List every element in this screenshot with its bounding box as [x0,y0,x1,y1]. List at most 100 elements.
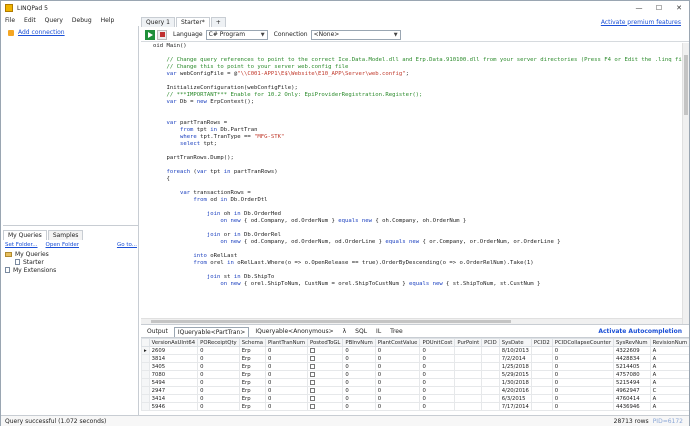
table-row[interactable]: 29470Erp00004/20/201604962947C0 [141,386,689,395]
query-tree: My Queries Starter My Extensions [5,250,56,274]
code-line: // Change query references to point to t… [153,57,689,63]
maximize-icon[interactable]: ☐ [649,1,669,15]
table-row[interactable]: ▸26090Erp00008/10/201304322609A0 [141,346,689,355]
table-cell [307,386,344,395]
tab-tree[interactable]: Tree [387,327,406,336]
query-tabs: Query 1 Starter* + Activate premium feat… [141,15,689,27]
column-header[interactable]: PostedToGL [307,338,344,347]
column-header[interactable]: RevisionNum [649,338,689,347]
run-button[interactable] [145,29,155,40]
code-text: oid Main() // Change query references to… [153,43,689,288]
minimize-icon[interactable]: — [629,1,649,15]
table-cell: C [649,386,689,395]
table-cell: 0 [264,362,309,371]
table-cell: 0 [374,346,421,355]
tab-my-queries[interactable]: My Queries [3,230,47,240]
table-cell: 0 [374,394,421,403]
column-header[interactable]: PlantTranNum [264,338,309,347]
table-cell: 4962947 [613,386,651,395]
column-header[interactable]: PBInvNum [342,338,376,347]
tab-iqueryable-parttran[interactable]: IQueryable<PartTran> [173,326,250,337]
table-cell: 3405 [148,362,199,371]
row-selector[interactable] [141,402,150,411]
column-header[interactable]: POUnitCost [419,338,456,347]
close-icon[interactable]: ✕ [669,1,689,15]
table-row[interactable]: 70800Erp00005/29/201504757080A0 [141,370,689,379]
table-cell: 4760414 [613,394,651,403]
table-cell [481,370,500,379]
row-selector[interactable] [141,378,150,387]
table-cell: Erp [238,354,266,363]
tab-starter[interactable]: Starter* [175,17,210,27]
menu-edit[interactable]: Edit [24,17,36,24]
connection-select[interactable]: <None> ▼ [310,29,401,40]
column-header[interactable]: Schema [238,338,266,347]
table-cell: 4757080 [613,370,651,379]
column-header[interactable]: PCID2 [530,338,553,347]
row-selector[interactable] [141,354,150,363]
tab-query-1[interactable]: Query 1 [141,17,175,27]
column-header[interactable]: VersionAsUInt64 [148,338,199,347]
title-bar: LINQPad 5 — ☐ ✕ [1,1,689,15]
row-selector[interactable] [141,370,150,379]
tree-item-starter[interactable]: Starter [5,258,56,266]
editor-horizontal-scrollbar[interactable] [141,318,682,324]
table-cell [481,386,500,395]
tab-output[interactable]: Output [144,327,171,336]
table-row[interactable]: 54940Erp00001/30/201805215494A0 [141,378,689,387]
menu-debug[interactable]: Debug [72,17,92,24]
table-row[interactable]: 38140Erp00007/2/201404428834A0 [141,354,689,363]
column-header[interactable]: PCID [481,338,500,347]
tree-item-my-queries[interactable]: My Queries [5,250,56,258]
row-selector[interactable] [141,394,150,403]
code-line: var transactionRows = [179,190,251,196]
language-select[interactable]: C# Program ▼ [205,29,268,40]
go-to-link[interactable]: Go to... [117,242,137,248]
menu-help[interactable]: Help [101,17,115,24]
left-pane: Add connection My Queries Samples Set Fo… [3,26,139,415]
query-toolbar: Language C# Program ▼ Connection <None> … [141,28,689,42]
stop-button[interactable] [157,29,167,40]
column-header[interactable]: PlantCostValue [374,338,421,347]
activate-premium-link[interactable]: Activate premium features [597,17,685,27]
table-row[interactable]: 34140Erp00006/3/201504760414A0 [141,394,689,403]
activate-autocompletion-link[interactable]: Activate Autocompletion [595,327,685,336]
linqpad-icon [5,4,13,12]
table-cell [307,354,344,363]
column-header[interactable]: SysDate [498,338,532,347]
tab-sql[interactable]: SQL [352,327,370,336]
code-editor[interactable]: oid Main() // Change query references to… [141,43,689,325]
column-header[interactable]: POReceiptQty [197,338,240,347]
table-cell: 0 [419,378,456,387]
output-tabs: Output IQueryable<PartTran> IQueryable<A… [141,326,689,337]
set-folder-link[interactable]: Set Folder... [5,242,38,248]
code-line: where tpt.TranType == "MFG-STK" [179,134,285,140]
menu-file[interactable]: File [5,17,15,24]
row-selector[interactable]: ▸ [141,346,150,355]
tree-item-my-extensions[interactable]: My Extensions [5,266,56,274]
tab-iqueryable-anonymous[interactable]: IQueryable<Anonymous> [252,327,336,336]
menu-query[interactable]: Query [45,17,63,24]
table-cell: 6/3/2015 [498,394,532,403]
open-folder-link[interactable]: Open Folder [46,242,79,248]
table-cell [530,370,553,379]
window-controls: — ☐ ✕ [629,1,689,15]
new-tab-button[interactable]: + [210,17,226,27]
code-line: into oRelLast [193,253,238,259]
table-cell: 0 [197,402,240,411]
row-selector[interactable] [141,386,150,395]
row-selector[interactable] [141,362,150,371]
add-connection-link[interactable]: Add connection [8,29,65,36]
table-row[interactable]: 34050Erp00001/25/201805214405A0 [141,362,689,371]
tab-samples[interactable]: Samples [47,230,84,240]
column-header[interactable]: SysRevNum [613,338,651,347]
column-header[interactable]: PCIDCollapseCounter [551,338,615,347]
checkbox-icon [310,388,316,393]
column-header[interactable]: PurPoint [454,338,483,347]
tab-lambda[interactable]: λ [340,327,350,336]
table-row[interactable]: 59460Erp00007/17/201404436946A0 [141,402,689,411]
table-cell: A [649,378,689,387]
tab-il[interactable]: IL [373,327,384,336]
table-cell: 0 [419,386,456,395]
editor-vertical-scrollbar[interactable] [682,43,689,324]
